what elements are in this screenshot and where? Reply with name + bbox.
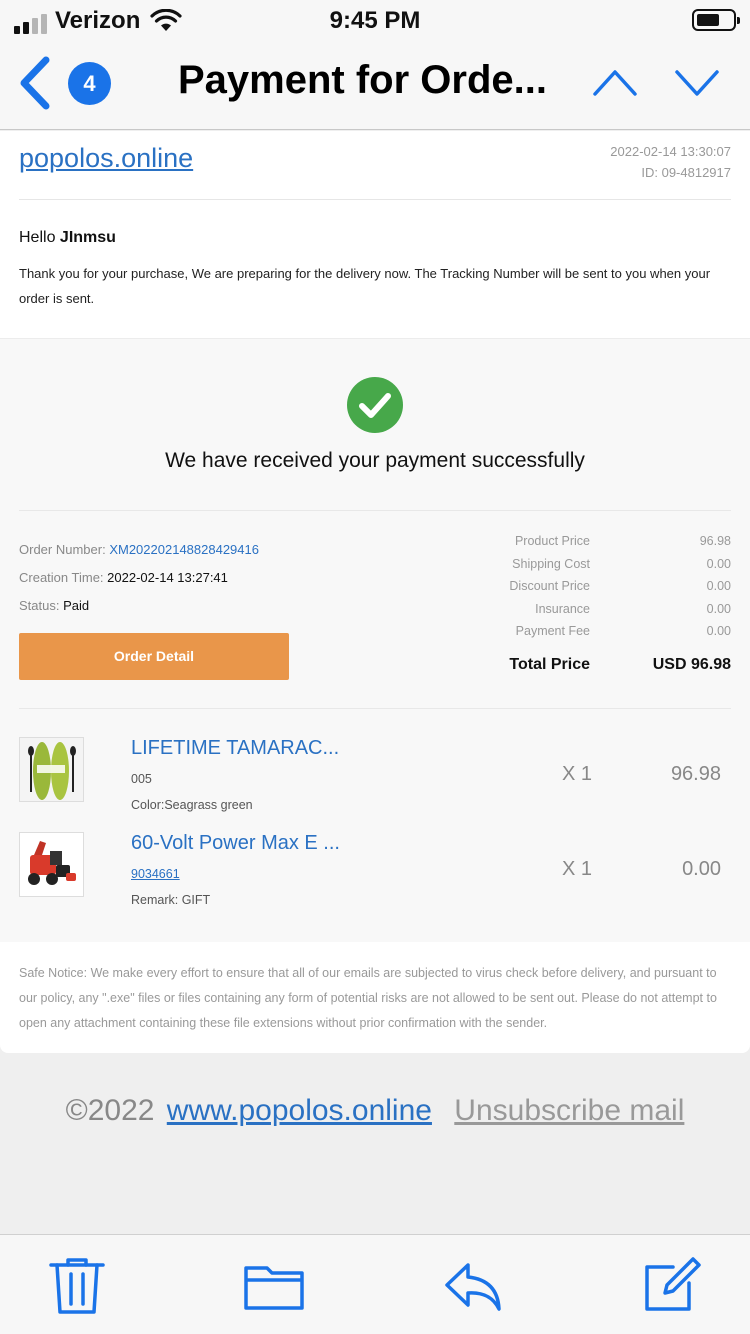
message-subject: Payment for Orde... <box>178 58 547 102</box>
kayak-product-image[interactable] <box>19 737 84 802</box>
product-quantity: X 1 <box>562 858 593 880</box>
product-sku: 005 <box>131 772 152 786</box>
back-icon[interactable] <box>16 56 56 110</box>
price-label: Discount Price <box>509 579 590 593</box>
price-row: Discount Price 0.00 <box>450 579 731 602</box>
price-label: Insurance <box>535 601 590 616</box>
product-price: 0.00 <box>682 858 721 880</box>
product-price: 96.98 <box>670 763 721 785</box>
status-bar: Verizon 9:45 PM <box>0 0 750 42</box>
creation-time: 2022-02-14 13:27:41 <box>107 570 228 585</box>
safe-notice: Safe Notice: We make every effort to ens… <box>19 966 717 1030</box>
clock: 9:45 PM <box>329 7 421 34</box>
total-label: Total Price <box>509 655 590 673</box>
creation-time-label: Creation Time: <box>19 570 104 585</box>
price-summary: Product Price 96.98 Shipping Cost 0.00 D… <box>450 534 731 674</box>
price-value: 96.98 <box>699 534 731 548</box>
price-value: 0.00 <box>706 579 731 593</box>
bottom-toolbar <box>0 1234 750 1334</box>
mail-app-screen: Verizon 9:45 PM 4 Payment for Orde... po… <box>0 0 750 1334</box>
email-meta: 2022-02-14 13:30:07 ID: 09-4812917 <box>610 141 731 183</box>
status-label: Status: <box>19 598 60 613</box>
price-row: Product Price 96.98 <box>450 534 731 557</box>
product-color: Color:Seagrass green <box>131 798 253 812</box>
price-label: Product Price <box>514 534 590 548</box>
product-quantity: X 1 <box>562 763 593 785</box>
email-date: 2022-02-14 13:30:07 <box>610 144 731 159</box>
battery-icon <box>692 9 740 31</box>
reply-icon[interactable] <box>443 1255 503 1315</box>
copyright: ©2022 <box>65 1094 155 1127</box>
divider <box>19 199 731 200</box>
website-link[interactable]: www.popolos.online <box>167 1094 432 1127</box>
order-section: We have received your payment successful… <box>0 338 750 942</box>
mail-header: 4 Payment for Orde... <box>0 42 750 130</box>
price-row: Payment Fee 0.00 <box>450 624 731 647</box>
price-value: 0.00 <box>706 556 731 571</box>
sender-link[interactable]: popolos.online <box>19 143 193 174</box>
order-number[interactable]: XM202202148828429416 <box>109 542 259 557</box>
trash-icon[interactable] <box>47 1255 107 1315</box>
unsubscribe-link[interactable]: Unsubscribe mail <box>454 1094 684 1127</box>
order-status: Paid <box>63 598 90 613</box>
product-remark: Remark: GIFT <box>131 893 211 907</box>
divider <box>19 510 731 511</box>
unread-count-badge: 4 <box>68 62 111 105</box>
email-id: ID: 09-4812917 <box>641 165 731 180</box>
order-item: LIFETIME TAMARAC... 005 Color:Seagrass g… <box>19 737 731 817</box>
order-number-label: Order Number: <box>19 542 106 557</box>
total-row: Total Price USD 96.98 <box>450 656 731 674</box>
snow-blower-product-image[interactable] <box>19 832 84 897</box>
folder-icon[interactable] <box>244 1255 304 1315</box>
chevron-down-icon[interactable] <box>674 64 720 102</box>
product-sku-link[interactable]: 9034661 <box>131 867 180 881</box>
intro-text: Thank you for your purchase, We are prep… <box>19 266 711 306</box>
customer-name: JInmsu <box>59 229 116 246</box>
price-value: 0.00 <box>706 624 731 638</box>
price-row: Shipping Cost 0.00 <box>450 557 731 580</box>
product-name-link[interactable]: 60-Volt Power Max E ... <box>131 832 371 855</box>
payment-success-message: We have received your payment successful… <box>165 449 585 472</box>
price-row: Insurance 0.00 <box>450 602 731 625</box>
greeting-prefix: Hello <box>19 229 56 246</box>
email-footer: ©2022 www.popolos.online Unsubscribe mai… <box>0 1094 750 1128</box>
order-info: Order Number: XM202202148828429416 Creat… <box>19 536 259 620</box>
check-icon <box>347 377 403 433</box>
order-item: 60-Volt Power Max E ... 9034661 Remark: … <box>19 832 731 912</box>
total-value: USD 96.98 <box>652 655 731 673</box>
greeting: Hello JInmsu <box>19 229 116 247</box>
price-label: Shipping Cost <box>512 556 590 571</box>
email-body: popolos.online 2022-02-14 13:30:07 ID: 0… <box>0 131 750 1053</box>
divider <box>19 708 731 709</box>
chevron-up-icon[interactable] <box>592 64 638 102</box>
price-label: Payment Fee <box>515 624 590 638</box>
compose-icon[interactable] <box>643 1255 703 1315</box>
product-name-link[interactable]: LIFETIME TAMARAC... <box>131 737 371 760</box>
order-detail-button[interactable]: Order Detail <box>19 633 289 680</box>
price-value: 0.00 <box>706 601 731 616</box>
